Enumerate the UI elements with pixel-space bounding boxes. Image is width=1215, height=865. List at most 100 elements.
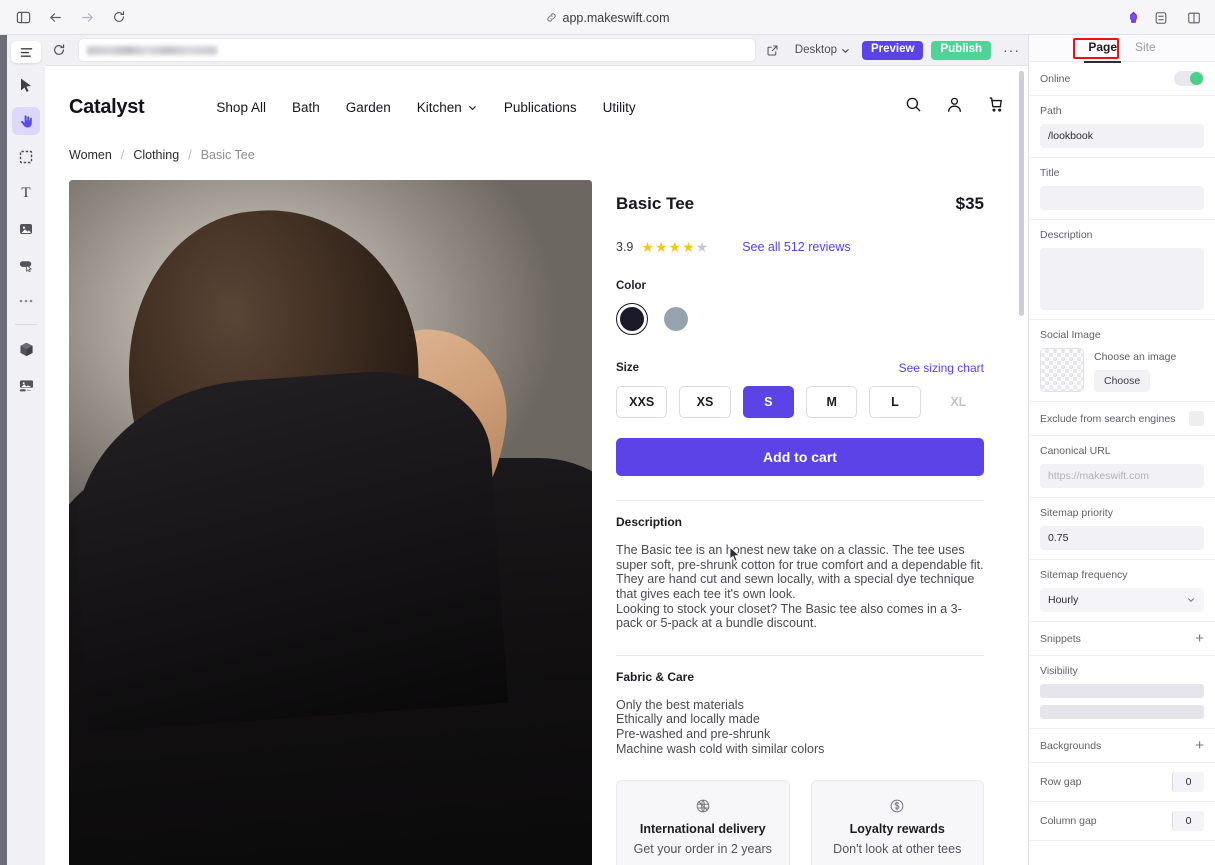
nav-item-bath[interactable]: Bath [292, 100, 320, 115]
image-tool[interactable] [12, 215, 40, 243]
add-to-cart-button[interactable]: Add to cart [616, 438, 984, 476]
title-input[interactable] [1040, 186, 1204, 210]
nav-label: Kitchen [416, 99, 462, 115]
sitemap-priority-label: Sitemap priority [1040, 507, 1113, 519]
online-label: Online [1040, 72, 1071, 85]
description-body: The Basic tee is an honest new take on a… [616, 543, 984, 631]
browser-nav-controls [0, 5, 132, 29]
social-image-thumbnail[interactable] [1040, 348, 1084, 392]
preview-button[interactable]: Preview [861, 40, 924, 60]
see-reviews-link[interactable]: See all 512 reviews [742, 240, 850, 254]
row-gap-label: Row gap [1040, 776, 1082, 788]
choose-image-hint: Choose an image [1094, 351, 1177, 363]
size-header: Size See sizing chart [616, 361, 984, 375]
online-toggle[interactable] [1174, 71, 1204, 86]
sitemap-priority-input[interactable]: 0.75 [1040, 526, 1204, 550]
breadcrumb-item-women[interactable]: Women [69, 148, 112, 162]
size-option-xs[interactable]: XS [679, 386, 731, 418]
split-view-icon[interactable] [1181, 6, 1207, 30]
site-logo[interactable]: Catalyst [69, 96, 145, 119]
text-tool[interactable]: T [12, 179, 40, 207]
dollar-circle-icon [822, 798, 974, 814]
breadcrumb: Women / Clothing / Basic Tee [45, 126, 1028, 162]
color-label: Color [616, 280, 647, 292]
tab-page[interactable]: Page [1084, 40, 1121, 63]
path-input[interactable]: /lookbook [1040, 124, 1204, 148]
open-external-button[interactable] [763, 40, 783, 60]
canonical-url-input[interactable]: https://makeswift.com [1040, 464, 1204, 488]
sitemap-frequency-select[interactable]: Hourly [1040, 588, 1204, 612]
sizing-chart-link[interactable]: See sizing chart [899, 361, 984, 375]
visibility-label: Visibility [1040, 665, 1078, 677]
nav-item-shop-all[interactable]: Shop All [216, 100, 266, 115]
reader-view-icon[interactable] [1148, 6, 1174, 30]
reload-icon[interactable] [106, 5, 132, 29]
column-gap-input[interactable]: 0 [1172, 811, 1204, 831]
hamburger-icon [20, 47, 32, 57]
site-navigation: Shop All Bath Garden Kitchen Publication… [216, 100, 635, 115]
box-tool[interactable] [12, 143, 40, 171]
add-snippet-button[interactable]: + [1195, 631, 1204, 646]
tab-site[interactable]: Site [1135, 40, 1156, 56]
back-icon[interactable] [42, 5, 68, 29]
size-options: XXS XS S M L XL [616, 386, 984, 418]
color-swatch-slate[interactable] [660, 303, 692, 335]
nav-label: Garden [345, 99, 391, 115]
search-icon[interactable] [905, 96, 922, 118]
product-title-row: Basic Tee $35 [616, 194, 984, 214]
browser-url-display[interactable]: app.makeswift.com [0, 0, 1215, 35]
forward-icon[interactable] [74, 5, 100, 29]
star-empty-icon: ★ [695, 239, 709, 255]
media-tool[interactable] [12, 371, 40, 399]
cursor-tool[interactable] [12, 71, 40, 99]
nav-item-publications[interactable]: Publications [504, 100, 577, 115]
publish-button[interactable]: Publish [931, 40, 991, 60]
toolbar-more-button[interactable]: ··· [999, 42, 1024, 58]
choose-image-button[interactable]: Choose [1094, 370, 1151, 392]
canvas-address-bar[interactable] [79, 39, 755, 61]
external-link-icon [767, 45, 778, 55]
sidebar-toggle-icon[interactable] [10, 5, 36, 29]
fabric-heading: Fabric & Care [616, 669, 695, 684]
size-option-m[interactable]: M [805, 386, 858, 418]
fabric-body: Only the best materials Ethically and lo… [616, 698, 984, 757]
description-label: Description [1040, 229, 1093, 241]
color-swatch-black[interactable] [616, 303, 648, 335]
size-option-xxs[interactable]: XXS [616, 386, 668, 418]
size-option-l[interactable]: L [869, 386, 921, 418]
canvas-reload-button[interactable] [47, 38, 71, 62]
site-header: Catalyst Shop All Bath Garden Kitchen Pu… [45, 66, 1028, 126]
url-text: app.makeswift.com [562, 10, 670, 25]
visibility-bar[interactable] [1040, 684, 1204, 698]
component-tool[interactable] [12, 335, 40, 363]
button-tool[interactable] [12, 251, 40, 279]
feature-subtitle: Don't look at other tees [833, 842, 962, 857]
viewport-selector[interactable]: Desktop [791, 44, 854, 56]
nav-label: Publications [503, 99, 577, 115]
nav-item-kitchen[interactable]: Kitchen [417, 100, 478, 115]
visibility-row: Visibility [1029, 656, 1215, 729]
title-label: Title [1040, 167, 1060, 179]
nav-item-garden[interactable]: Garden [346, 100, 391, 115]
more-tool[interactable] [12, 287, 40, 315]
panel-content[interactable]: Online Path /lookbook Title Description … [1029, 62, 1215, 865]
color-selector: Color [616, 280, 984, 335]
exclude-search-checkbox[interactable] [1189, 411, 1204, 426]
cart-icon[interactable] [987, 96, 1004, 118]
row-gap-input[interactable]: 0 [1172, 772, 1204, 792]
feature-card-loyalty-rewards: Loyalty rewards Don't look at other tees [810, 780, 984, 865]
account-icon[interactable] [946, 96, 963, 118]
visibility-bar[interactable] [1040, 705, 1204, 719]
breadcrumb-item-clothing[interactable]: Clothing [133, 148, 179, 162]
menu-button[interactable] [11, 41, 41, 63]
product-image[interactable] [69, 180, 592, 865]
size-option-s[interactable]: S [742, 386, 794, 418]
feature-card-international-delivery: International delivery Get your order in… [616, 780, 790, 865]
description-input[interactable] [1040, 248, 1204, 310]
makeswift-extension-icon[interactable] [1126, 10, 1141, 26]
hand-tool[interactable] [12, 107, 40, 135]
snippets-row: Snippets + [1029, 622, 1215, 656]
add-background-button[interactable]: + [1195, 738, 1204, 753]
canvas-scrollbar[interactable] [1019, 71, 1024, 316]
nav-item-utility[interactable]: Utility [603, 100, 636, 115]
